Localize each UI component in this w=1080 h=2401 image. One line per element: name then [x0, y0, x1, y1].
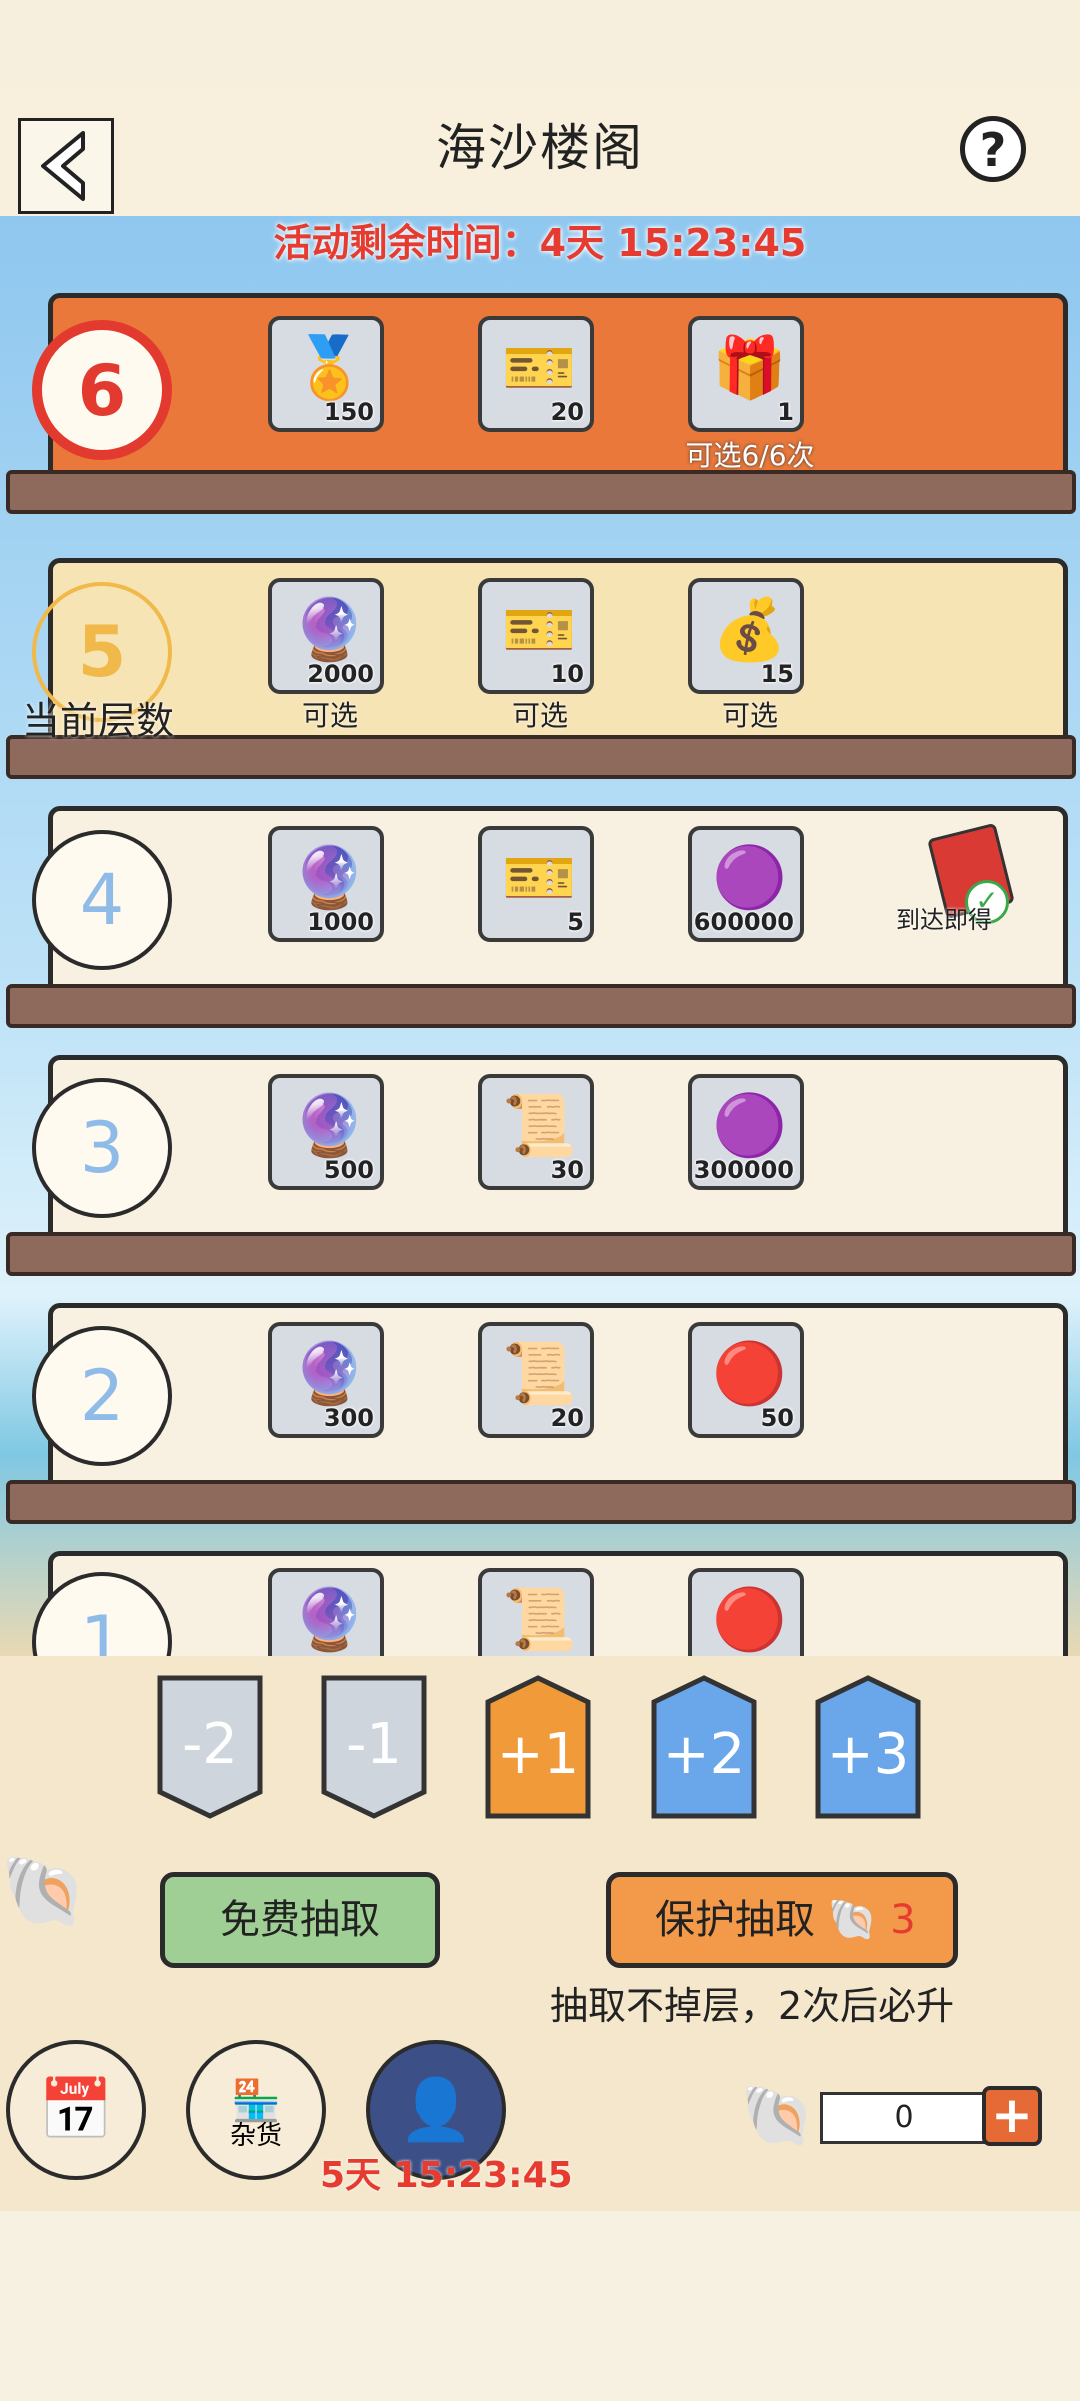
scroll-icon: 📜 [502, 1339, 577, 1409]
page-title: 海沙楼阁 [436, 119, 644, 177]
calendar-icon: 📅 [38, 2075, 114, 2145]
gift-box-icon: 🎁 [712, 333, 787, 403]
add-shell-button[interactable]: + [982, 2086, 1042, 2146]
reward-item[interactable]: 🟣 600000 [688, 826, 804, 942]
level-tag-minus-2[interactable]: -2 [156, 1674, 264, 1820]
character-timer: 5天 15:23:45 [320, 2155, 573, 2196]
footer-blank [0, 2211, 1080, 2401]
reward-item[interactable]: 🟣 300000 [688, 1074, 804, 1190]
orb-icon: 🔮 [292, 843, 367, 913]
ticket-icon: 🎫 [502, 595, 577, 665]
ticket-icon: 🎫 [502, 333, 577, 403]
money-bag-icon: 💰 [712, 595, 787, 665]
seashell-icon: 🐚 [0, 1850, 88, 1932]
pearl-icon: 🔴 [712, 1585, 787, 1655]
reward-item[interactable]: 🔮 300 [268, 1322, 384, 1438]
protect-draw-button[interactable]: 保护抽取 🐚 3 [606, 1872, 958, 1968]
shelf [6, 470, 1076, 514]
selectable-label: 可选 [721, 699, 778, 732]
chevron-left-icon [41, 131, 85, 201]
orb-icon: 🔮 [292, 1585, 367, 1655]
coin-icon: 🟣 [712, 1091, 787, 1161]
conch-shell-icon: 🐚 [740, 2081, 815, 2151]
reward-item[interactable]: 🔮 500 [268, 1074, 384, 1190]
calendar-button[interactable]: 📅 [6, 2040, 146, 2180]
free-draw-button[interactable]: 免费抽取 [160, 1872, 440, 1968]
shelf [6, 984, 1076, 1028]
shop-button[interactable]: 🏪 杂货 [186, 2040, 326, 2180]
protect-count: 3 [890, 1897, 916, 1943]
reward-item[interactable]: 🎫 10 [478, 578, 594, 694]
scroll-icon: 📜 [502, 1091, 577, 1161]
level-tag-plus-3[interactable]: +3 [814, 1674, 922, 1820]
protect-draw-note: 抽取不掉层，2次后必升 [550, 1984, 955, 2028]
reward-item[interactable]: 🔴 50 [688, 1322, 804, 1438]
reach-reward-label: 到达即得 [896, 906, 992, 934]
reward-item[interactable]: 🎫 5 [478, 826, 594, 942]
reward-item[interactable]: 🔮 1000 [268, 826, 384, 942]
coin-icon: 🟣 [712, 843, 787, 913]
shell-counter: 0 [820, 2092, 988, 2144]
reward-item[interactable]: 🔮 2000 [268, 578, 384, 694]
orb-icon: 🔮 [292, 1339, 367, 1409]
protect-draw-label: 保护抽取 [655, 1897, 815, 1943]
shelf [6, 1232, 1076, 1276]
back-button[interactable] [18, 118, 114, 214]
floor-badge-3: 3 [32, 1078, 172, 1218]
event-timer: 活动剩余时间：4天 15:23:45 [273, 221, 807, 265]
reward-item[interactable]: 📜 20 [478, 1322, 594, 1438]
selectable-label: 可选 [301, 699, 358, 732]
level-tag-plus-1[interactable]: +1 [484, 1674, 592, 1820]
pearl-icon: 🔴 [712, 1339, 787, 1409]
ticket-icon: 🎫 [502, 843, 577, 913]
selectable-label: 可选 [511, 699, 568, 732]
orb-icon: 🔮 [292, 1091, 367, 1161]
floor-badge-6: 6 [32, 320, 172, 460]
reward-item[interactable]: 🎁 1 [688, 316, 804, 432]
floor-badge-2: 2 [32, 1326, 172, 1466]
reward-item[interactable]: 🎫 20 [478, 316, 594, 432]
gold-token-icon: 🏅 [292, 333, 367, 403]
floor-badge-4: 4 [32, 830, 172, 970]
shelf [6, 1480, 1076, 1524]
reward-item[interactable]: 📜 30 [478, 1074, 594, 1190]
shell-icon: 🐚 [827, 1897, 878, 1943]
character-icon: 👤 [398, 2075, 474, 2145]
help-button[interactable]: ? [960, 116, 1026, 182]
reward-item[interactable]: 💰 15 [688, 578, 804, 694]
level-tag-plus-2[interactable]: +2 [650, 1674, 758, 1820]
shop-icon: 🏪 [231, 2078, 281, 2124]
level-tag-minus-1[interactable]: -1 [320, 1674, 428, 1820]
reward-item[interactable]: 🏅 150 [268, 316, 384, 432]
shop-label: 杂货 [229, 2121, 282, 2151]
current-floor-label: 当前层数 [22, 699, 175, 743]
scroll-icon: 📜 [502, 1585, 577, 1655]
top-band [0, 0, 1080, 88]
selectable-count: 可选6/6次 [685, 439, 815, 472]
orb-icon: 🔮 [292, 595, 367, 665]
